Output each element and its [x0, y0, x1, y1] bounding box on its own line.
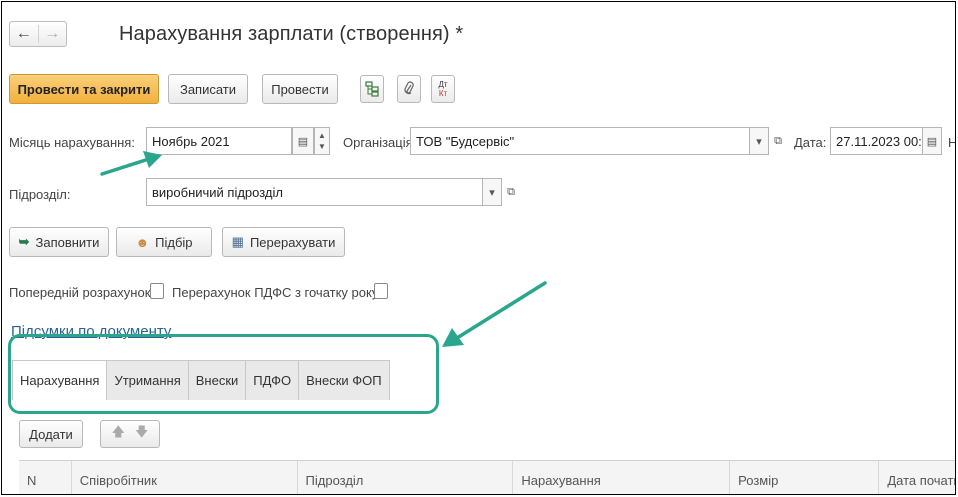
window: ← → Нарахування зарплати (створення) * П… — [1, 1, 956, 495]
annotation-arrows — [100, 151, 547, 347]
annotation-arrow-tabs — [442, 281, 547, 347]
annotation-arrow-month — [100, 151, 162, 176]
